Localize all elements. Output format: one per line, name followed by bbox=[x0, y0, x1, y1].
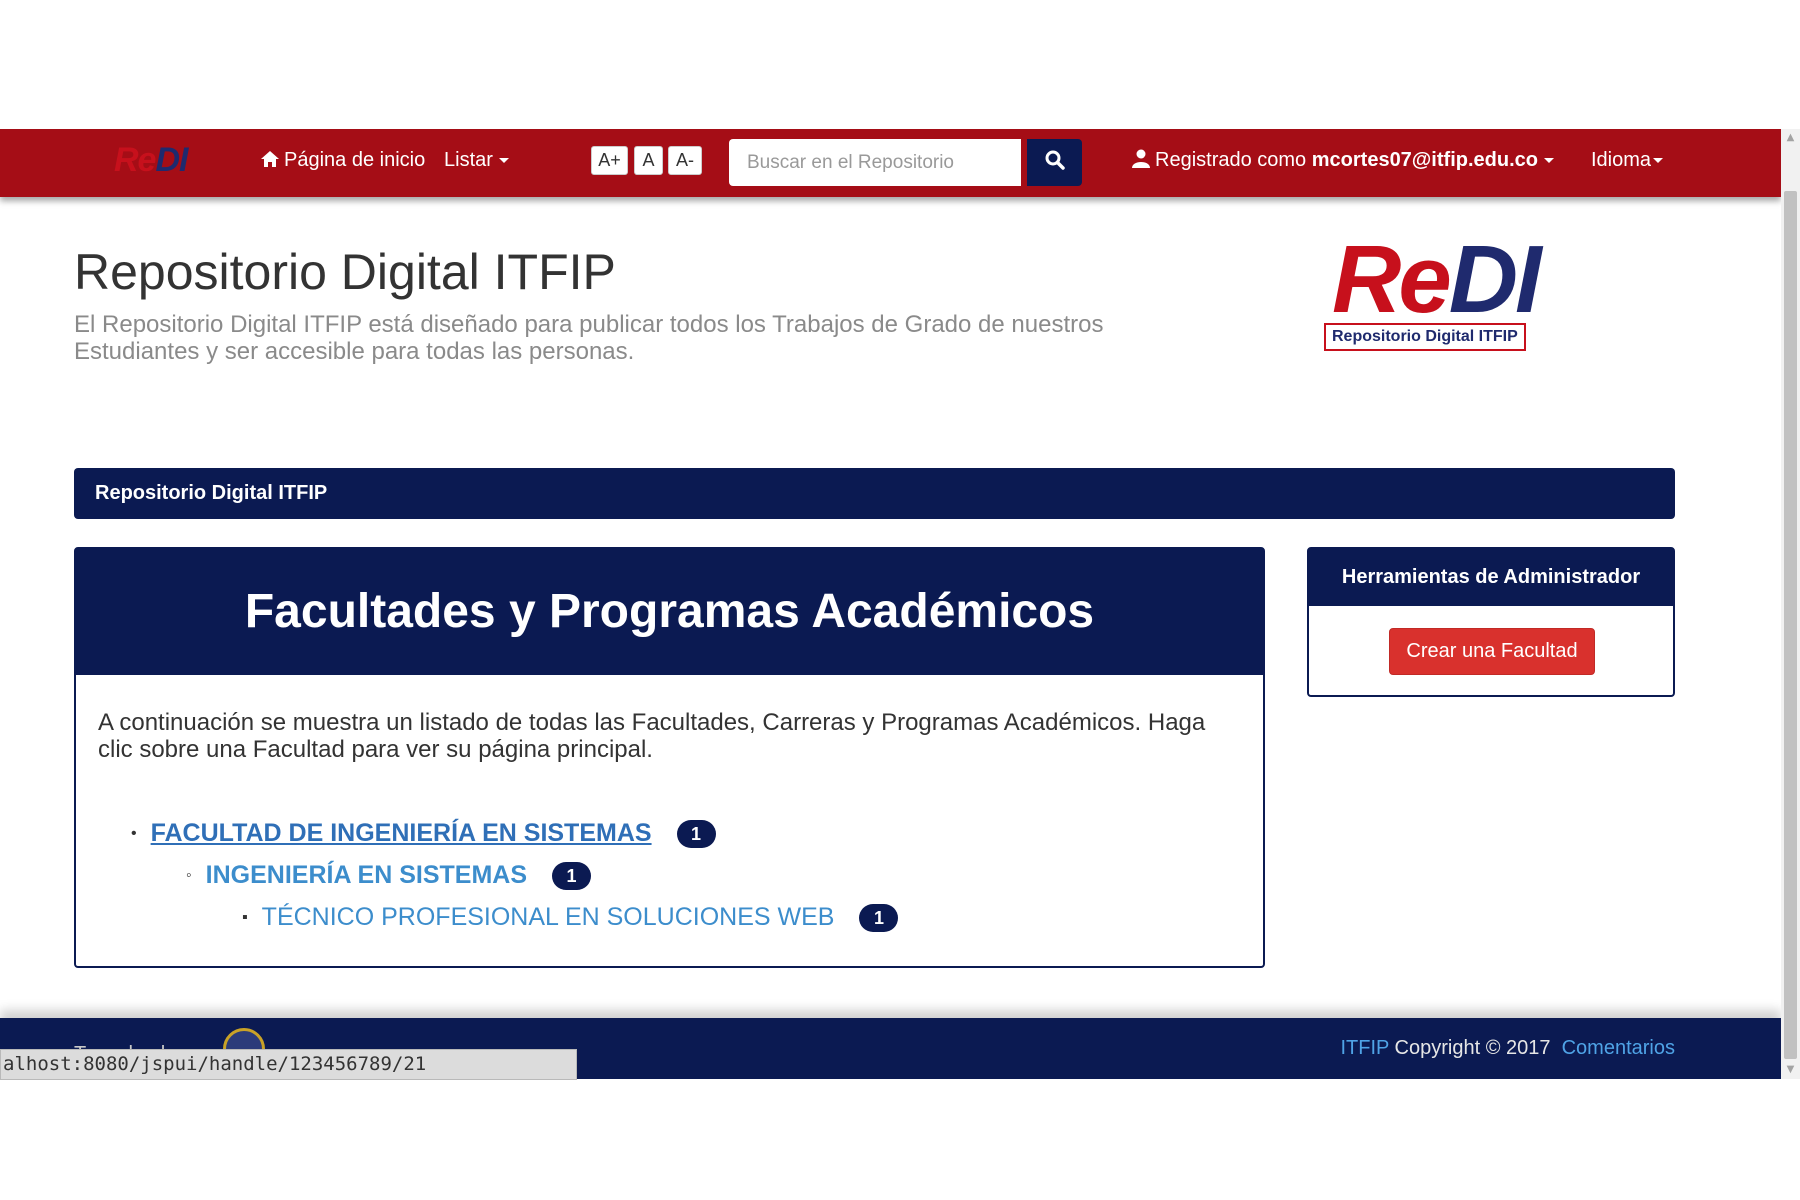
item-count-badge: 1 bbox=[552, 862, 592, 891]
scrollbar-thumb[interactable] bbox=[1784, 191, 1797, 1059]
logo-di: DI bbox=[1448, 226, 1542, 333]
chevron-down-icon bbox=[1543, 158, 1554, 164]
font-normal-button[interactable]: A bbox=[634, 146, 663, 175]
search-button[interactable] bbox=[1027, 139, 1082, 186]
admin-tools-heading: Herramientas de Administrador bbox=[1309, 549, 1673, 606]
itfip-link[interactable]: ITFIP bbox=[1340, 1037, 1389, 1059]
community-list-item: ◦ INGENIERÍA EN SISTEMAS 1 bbox=[186, 861, 592, 891]
nav-home-label: Página de inicio bbox=[284, 149, 426, 171]
logo-di: DI bbox=[155, 141, 188, 179]
community-list-item: • FACULTAD DE INGENIERÍA EN SISTEMAS 1 bbox=[131, 819, 716, 849]
item-count-badge: 1 bbox=[676, 820, 716, 849]
navbar: ReDI Página de inicio Listar A+ A A- Reg… bbox=[0, 129, 1781, 197]
logo-re: Re bbox=[114, 141, 156, 179]
nav-home-link[interactable]: Página de inicio bbox=[260, 149, 425, 174]
communities-description: A continuación se muestra un listado de … bbox=[98, 709, 1206, 763]
bullet-icon: ▪ bbox=[242, 909, 248, 927]
program-link[interactable]: TÉCNICO PROFESIONAL EN SOLUCIONES WEB bbox=[262, 903, 835, 931]
career-link[interactable]: INGENIERÍA EN SISTEMAS bbox=[206, 861, 527, 889]
font-decrease-button[interactable]: A- bbox=[668, 146, 702, 175]
admin-tools-panel: Herramientas de Administrador Crear una … bbox=[1307, 547, 1675, 697]
browser-viewport: ReDI Página de inicio Listar A+ A A- Reg… bbox=[0, 129, 1781, 1079]
page-title: Repositorio Digital ITFIP bbox=[74, 244, 616, 300]
logo-subtitle: Repositorio Digital ITFIP bbox=[1324, 323, 1526, 351]
navbar-logo[interactable]: ReDI bbox=[114, 141, 188, 180]
feedback-link[interactable]: Comentarios bbox=[1562, 1037, 1675, 1059]
scroll-up-icon[interactable]: ▲ bbox=[1781, 129, 1800, 147]
nav-user-dropdown[interactable]: Registrado como mcortes07@itfip.edu.co bbox=[1132, 149, 1554, 174]
bullet-icon: • bbox=[131, 825, 137, 843]
nav-browse-dropdown[interactable]: Listar bbox=[444, 149, 509, 172]
repository-logo: ReDI Repositorio Digital ITFIP bbox=[1322, 232, 1544, 351]
footer-copyright: ITFIP Copyright © 2017 Comentarios bbox=[1340, 1037, 1675, 1060]
breadcrumb: Repositorio Digital ITFIP bbox=[74, 468, 1675, 519]
user-icon bbox=[1132, 149, 1150, 174]
status-bar-url: alhost:8080/jspui/handle/123456789/21 bbox=[0, 1049, 577, 1080]
nav-language-dropdown[interactable]: Idioma bbox=[1591, 149, 1664, 172]
faculty-link[interactable]: FACULTAD DE INGENIERÍA EN SISTEMAS bbox=[151, 819, 652, 847]
font-increase-button[interactable]: A+ bbox=[591, 146, 628, 175]
home-icon bbox=[260, 150, 280, 174]
search-input[interactable] bbox=[729, 139, 1021, 186]
scroll-down-icon[interactable]: ▼ bbox=[1781, 1061, 1800, 1079]
item-count-badge: 1 bbox=[859, 904, 899, 933]
page-intro: El Repositorio Digital ITFIP está diseña… bbox=[74, 311, 1104, 365]
user-prefix: Registrado como bbox=[1155, 149, 1307, 171]
logo-text: ReDI bbox=[1322, 232, 1544, 328]
user-email: mcortes07@itfip.edu.co bbox=[1311, 149, 1538, 171]
chevron-down-icon bbox=[498, 158, 509, 164]
chevron-down-icon bbox=[1653, 158, 1664, 164]
collection-list-item: ▪ TÉCNICO PROFESIONAL EN SOLUCIONES WEB 1 bbox=[242, 903, 899, 933]
create-faculty-button[interactable]: Crear una Facultad bbox=[1389, 628, 1595, 675]
search-icon bbox=[1045, 150, 1065, 175]
bullet-icon: ◦ bbox=[186, 867, 192, 885]
vertical-scrollbar[interactable]: ▲ ▼ bbox=[1781, 129, 1800, 1079]
copyright-text: Copyright © 2017 bbox=[1394, 1037, 1551, 1059]
nav-language-label: Idioma bbox=[1591, 149, 1652, 171]
logo-re: Re bbox=[1332, 226, 1452, 333]
communities-heading: Facultades y Programas Académicos bbox=[76, 549, 1263, 675]
nav-browse-label: Listar bbox=[444, 149, 493, 171]
communities-panel: Facultades y Programas Académicos A cont… bbox=[74, 547, 1265, 968]
breadcrumb-current: Repositorio Digital ITFIP bbox=[95, 482, 328, 504]
